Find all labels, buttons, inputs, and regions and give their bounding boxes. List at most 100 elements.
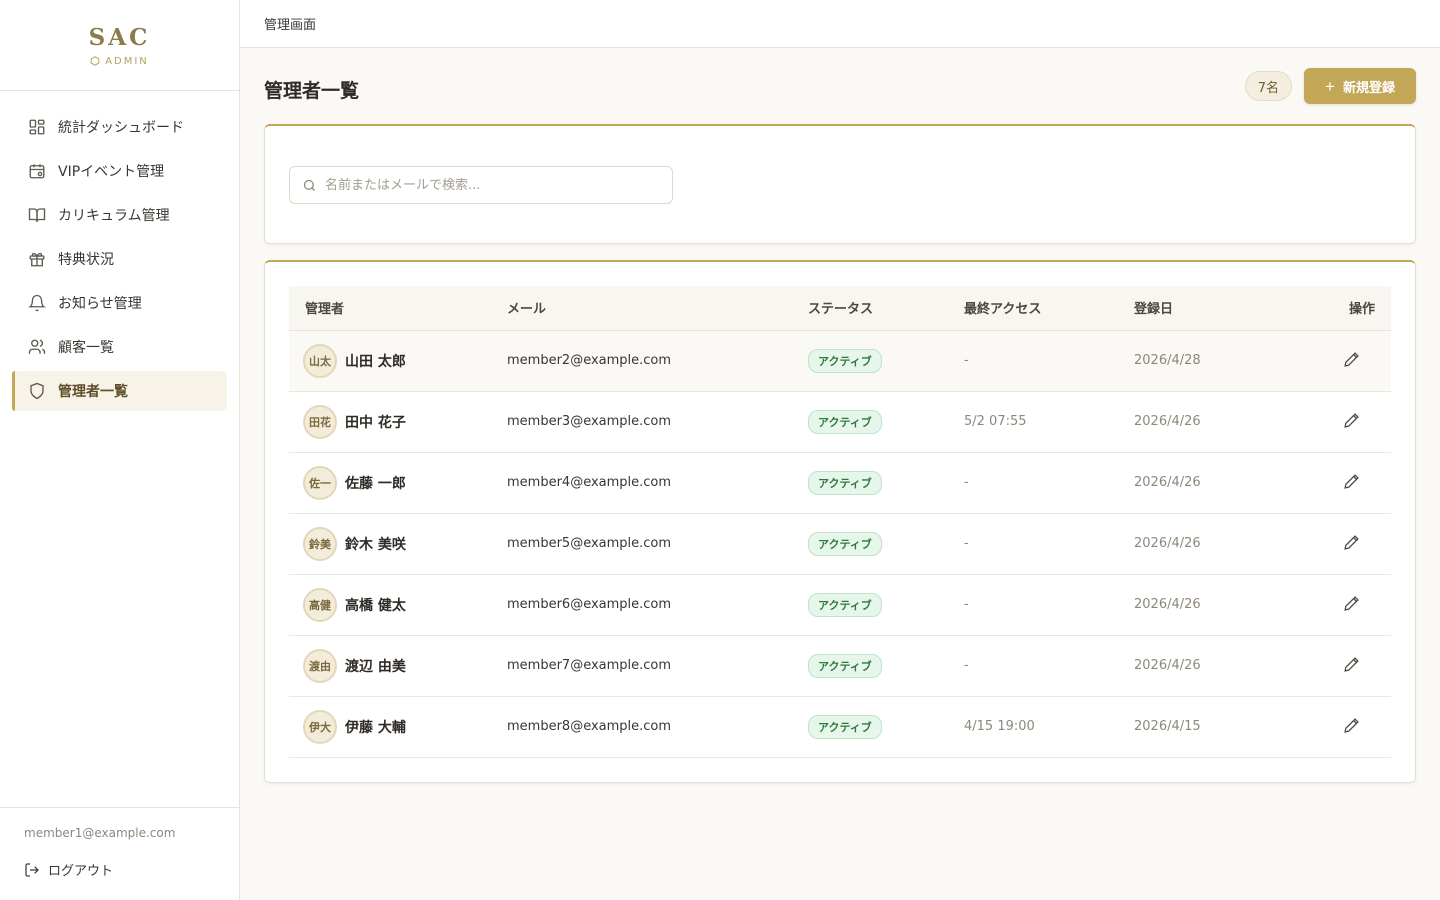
book-icon xyxy=(28,206,46,224)
mail-cell: member8@example.com xyxy=(507,719,672,734)
pencil-icon xyxy=(1343,656,1359,672)
actions-cell xyxy=(1304,696,1391,757)
table-row[interactable]: 田花 田中 花子 member3@example.com アクティブ 5/2 0… xyxy=(289,391,1391,452)
plus-icon: + xyxy=(1325,76,1335,96)
avatar: 田花 xyxy=(303,404,337,439)
status-cell: アクティブ xyxy=(808,391,964,452)
brand-name: SAC xyxy=(88,23,151,51)
mail-cell: member2@example.com xyxy=(507,353,672,368)
sidebar-item-benefits[interactable]: 特典状況 xyxy=(12,239,227,279)
table-row[interactable]: 佐一 佐藤 一郎 member4@example.com アクティブ - 202… xyxy=(289,452,1391,513)
topbar: 管理画面 xyxy=(240,0,1440,48)
column-header-actions: 操作 xyxy=(1304,286,1391,331)
logout-label: ログアウト xyxy=(48,864,114,879)
mail-cell: member6@example.com xyxy=(507,597,672,612)
edit-button[interactable] xyxy=(1341,532,1361,552)
pencil-icon xyxy=(1343,351,1359,367)
edit-button[interactable] xyxy=(1341,349,1361,369)
search-input[interactable] xyxy=(325,177,655,193)
last-access-cell: - xyxy=(964,658,969,673)
sidebar-item-notifications[interactable]: お知らせ管理 xyxy=(12,283,227,323)
pencil-icon xyxy=(1343,534,1359,550)
calendar-icon xyxy=(28,162,46,180)
sidebar-item-label: 顧客一覧 xyxy=(58,340,114,356)
column-header-status: ステータス xyxy=(808,286,964,331)
actions-cell xyxy=(1304,635,1391,696)
status-badge: アクティブ xyxy=(808,409,882,434)
user-email: member1@example.com xyxy=(24,826,176,840)
brand-logo[interactable]: SAC ADMIN xyxy=(0,0,239,91)
sidebar-item-label: VIPイベント管理 xyxy=(58,164,165,180)
registered-date-cell: 2026/4/26 xyxy=(1134,536,1201,551)
edit-button[interactable] xyxy=(1341,715,1361,735)
last-access-cell: - xyxy=(964,353,969,368)
mail-cell: member5@example.com xyxy=(507,536,672,551)
sidebar-nav: 統計ダッシュボード VIPイベント管理 カリキュラム管理 特典状況 お知らせ管理 xyxy=(0,91,239,431)
table-body: 山太 山田 太郎 member2@example.com アクティブ - 202… xyxy=(289,330,1391,757)
last-access-cell: - xyxy=(964,536,969,551)
admin-name: 伊藤 大輔 xyxy=(345,719,406,736)
edit-button[interactable] xyxy=(1341,471,1361,491)
status-badge: アクティブ xyxy=(808,531,882,556)
name-wrap: 山太 山田 太郎 xyxy=(303,343,507,378)
status-badge: アクティブ xyxy=(808,470,882,495)
header-actions: 7名 + 新規登録 xyxy=(1244,68,1416,104)
search-icon xyxy=(303,179,315,191)
admin-table: 管理者 メール ステータス 最終アクセス 登録日 操作 山太 山田 太郎 mem… xyxy=(289,286,1391,758)
search-card xyxy=(264,124,1416,244)
name-wrap: 伊大 伊藤 大輔 xyxy=(303,709,507,744)
new-registration-button[interactable]: + 新規登録 xyxy=(1304,68,1416,104)
edit-button[interactable] xyxy=(1341,410,1361,430)
mail-cell: member7@example.com xyxy=(507,658,672,673)
gift-icon xyxy=(28,250,46,268)
name-wrap: 鈴美 鈴木 美咲 xyxy=(303,526,507,561)
status-badge: アクティブ xyxy=(808,592,882,617)
admin-name: 鈴木 美咲 xyxy=(345,536,406,553)
name-cell: 高健 高橋 健太 xyxy=(289,574,507,635)
sidebar-item-curriculum[interactable]: カリキュラム管理 xyxy=(12,195,227,235)
name-wrap: 佐一 佐藤 一郎 xyxy=(303,465,507,500)
shield-icon xyxy=(28,382,46,400)
name-cell: 田花 田中 花子 xyxy=(289,391,507,452)
name-cell: 渡由 渡辺 由美 xyxy=(289,635,507,696)
name-cell: 山太 山田 太郎 xyxy=(289,330,507,391)
search-box[interactable] xyxy=(289,166,673,204)
registered-date-cell: 2026/4/26 xyxy=(1134,658,1201,673)
page-header: 管理者一覧 7名 + 新規登録 xyxy=(264,48,1416,124)
sidebar-item-customers[interactable]: 顧客一覧 xyxy=(12,327,227,367)
registered-date-cell: 2026/4/26 xyxy=(1134,597,1201,612)
table-header-row: 管理者 メール ステータス 最終アクセス 登録日 操作 xyxy=(289,286,1391,331)
avatar: 伊大 xyxy=(303,709,337,744)
sidebar-item-admins[interactable]: 管理者一覧 xyxy=(12,371,227,411)
pencil-icon xyxy=(1343,717,1359,733)
admin-table-card: 管理者 メール ステータス 最終アクセス 登録日 操作 山太 山田 太郎 mem… xyxy=(264,260,1416,783)
users-icon xyxy=(28,338,46,356)
sidebar-item-dashboard[interactable]: 統計ダッシュボード xyxy=(12,107,227,147)
status-cell: アクティブ xyxy=(808,635,964,696)
sidebar-footer: member1@example.com ログアウト xyxy=(0,807,239,900)
pencil-icon xyxy=(1343,412,1359,428)
status-cell: アクティブ xyxy=(808,574,964,635)
sidebar-item-label: 統計ダッシュボード xyxy=(58,120,184,136)
admin-count-badge: 7名 xyxy=(1244,71,1292,101)
table-row[interactable]: 高健 高橋 健太 member6@example.com アクティブ - 202… xyxy=(289,574,1391,635)
edit-button[interactable] xyxy=(1341,593,1361,613)
table-row[interactable]: 鈴美 鈴木 美咲 member5@example.com アクティブ - 202… xyxy=(289,513,1391,574)
avatar: 佐一 xyxy=(303,465,337,500)
table-row[interactable]: 渡由 渡辺 由美 member7@example.com アクティブ - 202… xyxy=(289,635,1391,696)
sidebar-item-vip-events[interactable]: VIPイベント管理 xyxy=(12,151,227,191)
actions-cell xyxy=(1304,330,1391,391)
status-badge: アクティブ xyxy=(808,653,882,678)
admin-name: 佐藤 一郎 xyxy=(345,475,406,492)
logout-button[interactable]: ログアウト xyxy=(24,860,215,879)
table-row[interactable]: 山太 山田 太郎 member2@example.com アクティブ - 202… xyxy=(289,330,1391,391)
name-wrap: 高健 高橋 健太 xyxy=(303,587,507,622)
edit-button[interactable] xyxy=(1341,654,1361,674)
main-content: 管理者一覧 7名 + 新規登録 管理者 メール ステータス 最終アクセス 登録日 xyxy=(264,48,1416,783)
sidebar-item-label: 特典状況 xyxy=(58,252,114,268)
status-badge: アクティブ xyxy=(808,714,882,739)
pencil-icon xyxy=(1343,595,1359,611)
bell-icon xyxy=(28,294,46,312)
status-cell: アクティブ xyxy=(808,452,964,513)
table-row[interactable]: 伊大 伊藤 大輔 member8@example.com アクティブ 4/15 … xyxy=(289,696,1391,757)
